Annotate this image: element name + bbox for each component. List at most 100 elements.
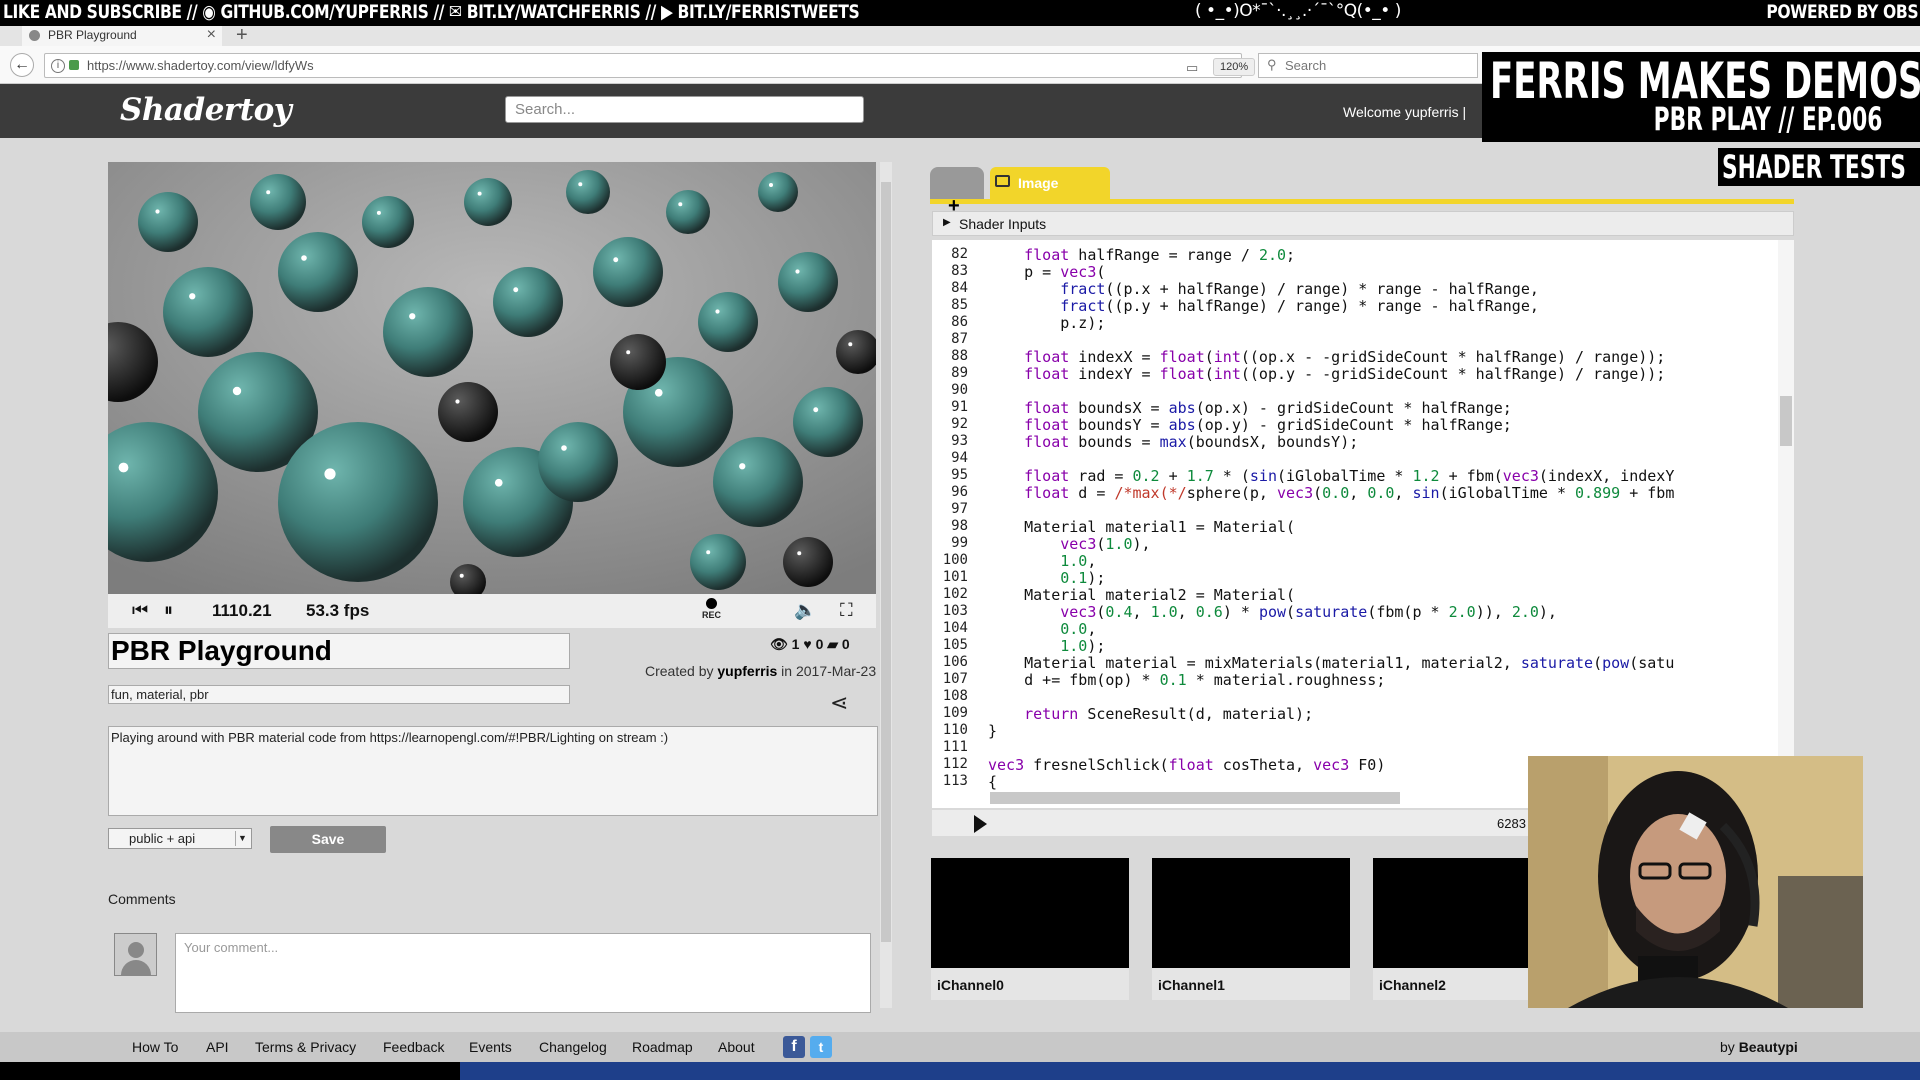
sphere-highlight: [459, 573, 464, 578]
overlay-topic-text: SHADER TESTS: [1722, 148, 1906, 186]
author-link[interactable]: yupferris: [717, 663, 777, 679]
code-line: }: [988, 722, 998, 740]
record-label: REC: [702, 610, 722, 620]
page-scrollbar-thumb[interactable]: [881, 182, 891, 942]
line-number: 95: [951, 467, 968, 483]
sphere: [538, 422, 618, 502]
footer-link-how-to[interactable]: How To: [132, 1039, 178, 1055]
line-number: 104: [942, 620, 968, 636]
code-line: p.z);: [988, 314, 1106, 332]
code-line: float halfRange = range / 2.0;: [1024, 246, 1296, 264]
site-search-input[interactable]: Search...: [505, 96, 864, 123]
close-tab-icon[interactable]: ×: [207, 26, 216, 44]
sphere-highlight: [739, 463, 746, 470]
shader-title-input[interactable]: PBR Playground: [108, 633, 570, 669]
sphere-highlight: [155, 209, 160, 214]
facebook-icon[interactable]: f: [783, 1036, 805, 1058]
browser-tab-title: PBR Playground: [48, 28, 137, 42]
line-number: 100: [942, 552, 968, 568]
tags-input[interactable]: fun, material, pbr: [108, 685, 570, 704]
compile-play-icon[interactable]: [974, 815, 987, 833]
save-button[interactable]: Save: [270, 826, 386, 853]
record-icon: [706, 598, 717, 609]
share-icon[interactable]: ⋖: [830, 690, 848, 716]
line-number: 83: [951, 263, 968, 279]
stream-overlay-bar: LIKE AND SUBSCRIBE // ◉ GITHUB.COM/YUPFE…: [0, 0, 1920, 26]
code-line: Material material = mixMaterials(materia…: [988, 654, 1675, 672]
sphere-highlight: [266, 190, 271, 195]
fullscreen-icon[interactable]: ⛶: [840, 600, 853, 621]
fps-counter: 53.3 fps: [306, 601, 370, 620]
lock-icon: [69, 60, 79, 70]
favicon-icon: [29, 30, 40, 41]
browser-search-input[interactable]: ⚲ Search: [1258, 53, 1478, 78]
twitter-icon[interactable]: t: [810, 1036, 832, 1058]
editor-vertical-scrollbar[interactable]: [1778, 240, 1794, 790]
code-line: vec3(0.4, 1.0, 0.6) * pow(saturate(fbm(p…: [1060, 603, 1557, 621]
line-number: 106: [942, 654, 968, 670]
tab-underline: [930, 199, 1794, 204]
shader-stats: 👁 1 ♥ 0 ▰ 0: [770, 636, 850, 653]
sphere: [778, 252, 838, 312]
line-gutter: 82 83 84 85 86 87 88 89 90 91 92 93 94 95 96 97 98 99 100 1…: [932, 240, 972, 808]
created-by: Created by yupferris in 2017-Mar-23: [645, 663, 876, 679]
sphere: [698, 292, 758, 352]
line-number: 91: [951, 399, 968, 415]
footer-link-roadmap[interactable]: Roadmap: [632, 1039, 693, 1055]
sphere: [783, 537, 833, 587]
comments-icon: ▰: [827, 636, 839, 652]
new-tab-button[interactable]: +: [236, 24, 248, 47]
sphere-highlight: [477, 191, 482, 196]
monitor-icon: [995, 175, 1010, 187]
comment-input[interactable]: Your comment...: [175, 933, 871, 1013]
sphere: [464, 178, 512, 226]
volume-icon[interactable]: 🔈: [794, 600, 816, 621]
line-number: 102: [942, 586, 968, 602]
zoom-level[interactable]: 120%: [1213, 58, 1256, 76]
line-number: 111: [942, 739, 968, 755]
line-number: 108: [942, 688, 968, 704]
back-button[interactable]: ←: [10, 53, 34, 77]
welcome-user[interactable]: Welcome yupferris |: [1343, 104, 1466, 120]
reader-view-icon[interactable]: ▭: [1186, 60, 1198, 76]
ichannel1-slot[interactable]: iChannel1: [1152, 858, 1350, 1000]
footer-link-changelog[interactable]: Changelog: [539, 1039, 607, 1055]
code-line: fract((p.x + halfRange) / range) * range…: [1060, 280, 1539, 298]
footer-link-events[interactable]: Events: [469, 1039, 512, 1055]
record-button[interactable]: REC: [702, 598, 721, 620]
editor-scrollbar-thumb[interactable]: [1780, 396, 1792, 446]
expand-icon: ▶: [943, 217, 951, 228]
likes-icon[interactable]: ♥: [803, 636, 811, 652]
visibility-select[interactable]: public + api ▼: [108, 828, 252, 849]
editor-horizontal-scrollbar[interactable]: [990, 792, 1400, 804]
footer-link-about[interactable]: About: [718, 1039, 755, 1055]
sphere: [666, 190, 710, 234]
shader-inputs-toggle[interactable]: ▶ Shader Inputs: [932, 211, 1794, 236]
site-logo[interactable]: Shadertoy: [120, 92, 292, 128]
page-scrollbar[interactable]: [880, 162, 892, 1008]
code-line: float bounds = max(boundsX, boundsY);: [1024, 433, 1359, 451]
footer-link-api[interactable]: API: [206, 1039, 229, 1055]
code-editor[interactable]: 82 83 84 85 86 87 88 89 90 91 92 93 94 95 96 97 98 99 100 1…: [932, 240, 1778, 808]
browser-tab[interactable]: PBR Playground ×: [22, 26, 222, 46]
info-icon[interactable]: i: [51, 59, 65, 73]
line-number: 94: [951, 450, 968, 466]
line-number: 98: [951, 518, 968, 534]
shader-viewport[interactable]: [108, 162, 876, 594]
webcam-overlay: [1528, 756, 1863, 1008]
rewind-icon[interactable]: ⏮: [132, 600, 148, 621]
footer-link-feedback[interactable]: Feedback: [383, 1039, 444, 1055]
ichannel0-slot[interactable]: iChannel0: [931, 858, 1129, 1000]
sphere-highlight: [706, 550, 711, 555]
line-number: 89: [951, 365, 968, 381]
footer-link-terms[interactable]: Terms & Privacy: [255, 1039, 356, 1055]
address-bar[interactable]: i https://www.shadertoy.com/view/ldfyWs …: [44, 53, 1283, 78]
tab-image[interactable]: Image: [990, 167, 1110, 199]
sphere: [278, 232, 358, 312]
line-number: 113: [942, 773, 968, 789]
line-number: 92: [951, 416, 968, 432]
code-line: float indexY = float(int((op.y - -gridSi…: [1024, 365, 1666, 383]
description-textarea[interactable]: Playing around with PBR material code fr…: [108, 726, 878, 816]
avatar: [114, 933, 157, 976]
pause-icon[interactable]: ⏸: [164, 600, 173, 621]
